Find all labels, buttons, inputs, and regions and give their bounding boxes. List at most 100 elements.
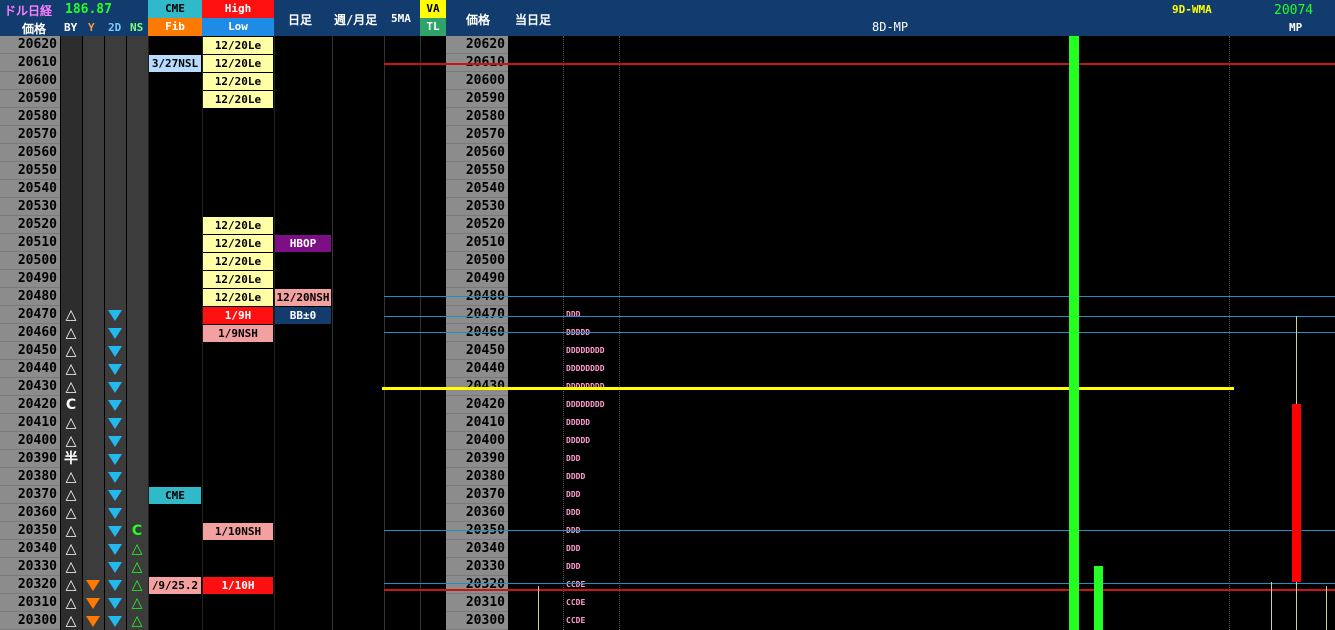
grid-vline: [1229, 36, 1231, 630]
header-by: 186.87 BY Y 2D NS: [61, 0, 148, 36]
2d-header: 2D: [108, 21, 122, 34]
by-mark: △: [65, 613, 77, 629]
price-label: 20320: [446, 576, 508, 594]
by-mark: △: [65, 505, 77, 521]
down-triangle-icon: [108, 364, 122, 375]
weekly-monthly-header: 週/月足: [334, 13, 378, 27]
tl-header: TL: [420, 18, 446, 36]
price-label: 20300: [0, 612, 60, 630]
sep-weekly: [332, 36, 333, 630]
by-mark: △: [65, 595, 77, 611]
price-label: 20400: [446, 432, 508, 450]
blue-level-line: [384, 530, 1335, 531]
price-label: 20420: [0, 396, 60, 414]
price-label: 20560: [446, 144, 508, 162]
high-low-cell: 12/20Le: [203, 253, 273, 270]
price-label: 20500: [0, 252, 60, 270]
price-label: 20440: [0, 360, 60, 378]
price-label: 20520: [446, 216, 508, 234]
market-profile-letters: DDDD: [566, 472, 586, 481]
high-low-cell: 1/9H: [203, 307, 273, 324]
price-label: 20350: [0, 522, 60, 540]
candle-wick: [1271, 582, 1272, 630]
market-profile-letters: DDDDDDDD: [566, 364, 605, 373]
ns-mark: △: [131, 613, 143, 629]
price-label: 20550: [0, 162, 60, 180]
price-label: 20500: [446, 252, 508, 270]
sep-cme: [148, 36, 149, 630]
price-label: 20390: [446, 450, 508, 468]
price-label: 20510: [446, 234, 508, 252]
y-column: [83, 36, 104, 630]
market-profile-letters: DDD: [566, 544, 581, 553]
price-label: 20460: [0, 324, 60, 342]
header-daily: 日足: [274, 0, 332, 36]
price-header-2: 価格: [466, 13, 491, 27]
price-label: 20450: [446, 342, 508, 360]
price-label: 20590: [0, 90, 60, 108]
by-mark: △: [65, 577, 77, 593]
price-label: 20390: [0, 450, 60, 468]
by-mark: △: [65, 307, 77, 323]
market-profile-letters: DDDDD: [566, 418, 591, 427]
va-header: VA: [420, 0, 446, 18]
down-triangle-icon: [108, 436, 122, 447]
price-label: 20330: [0, 558, 60, 576]
down-triangle-icon: [108, 418, 122, 429]
8d-mp-header: 8D-MP: [872, 20, 909, 34]
price-label: 20410: [446, 414, 508, 432]
red-level-line: [384, 63, 1335, 65]
down-triangle-icon: [108, 598, 122, 609]
app-title: ドル日経: [4, 4, 53, 18]
price-label: 20460: [446, 324, 508, 342]
high-low-cell: 12/20Le: [203, 73, 273, 90]
5ma-header: 5MA: [391, 12, 411, 25]
high-low-cell: 12/20Le: [203, 235, 273, 252]
ns-mark: △: [131, 559, 143, 575]
down-triangle-icon: [108, 328, 122, 339]
mp-header: MP: [1289, 21, 1303, 34]
high-header: High: [202, 0, 274, 18]
by-mark: △: [65, 379, 77, 395]
down-triangle-icon: [108, 346, 122, 357]
by-mark: △: [65, 415, 77, 431]
price-label: 20470: [446, 306, 508, 324]
price-label: 20610: [0, 54, 60, 72]
price-column-left: 20620 20610 20600 20590 20580 20570 20560 20550…: [0, 36, 60, 630]
blue-level-line: [384, 296, 1335, 297]
price-label: 20520: [0, 216, 60, 234]
blue-level-line: [384, 332, 1335, 333]
price-label: 20400: [0, 432, 60, 450]
price-label: 20580: [0, 108, 60, 126]
red-candle-body: [1292, 404, 1301, 582]
sep-daily: [274, 36, 275, 630]
daily-cell: HBOP: [275, 235, 331, 252]
by-mark: △: [65, 559, 77, 575]
price-label: 20420: [446, 396, 508, 414]
price-label: 20530: [0, 198, 60, 216]
market-profile-letters: CCDE: [566, 598, 586, 607]
down-triangle-icon: [108, 616, 122, 627]
by-header: BY: [64, 21, 78, 34]
by-mark: △: [65, 343, 77, 359]
by-mark: △: [65, 541, 77, 557]
sep-va: [420, 36, 421, 630]
down-triangle-icon: [108, 382, 122, 393]
low-header: Low: [202, 18, 274, 36]
fib-header: Fib: [148, 18, 202, 36]
high-low-cell: 12/20Le: [203, 91, 273, 108]
header-right: 当日足 8D-MP 9D-WMA 20074 MP: [508, 0, 1335, 36]
high-low-cell: 1/10H: [203, 577, 273, 594]
high-low-cell: 1/9NSH: [203, 325, 273, 342]
blue-level-line: [384, 583, 1335, 584]
price-label: 20340: [0, 540, 60, 558]
price-label: 20490: [446, 270, 508, 288]
price-label: 20540: [0, 180, 60, 198]
orange-down-triangle-icon: [86, 616, 100, 627]
daily-cell: BB±0: [275, 307, 331, 324]
header-highlow: High Low: [202, 0, 274, 36]
market-profile-letters: CCDE: [566, 580, 586, 589]
by-mark: 半: [64, 451, 78, 467]
price-label: 20380: [0, 468, 60, 486]
9d-wma-header: 9D-WMA: [1172, 3, 1212, 16]
